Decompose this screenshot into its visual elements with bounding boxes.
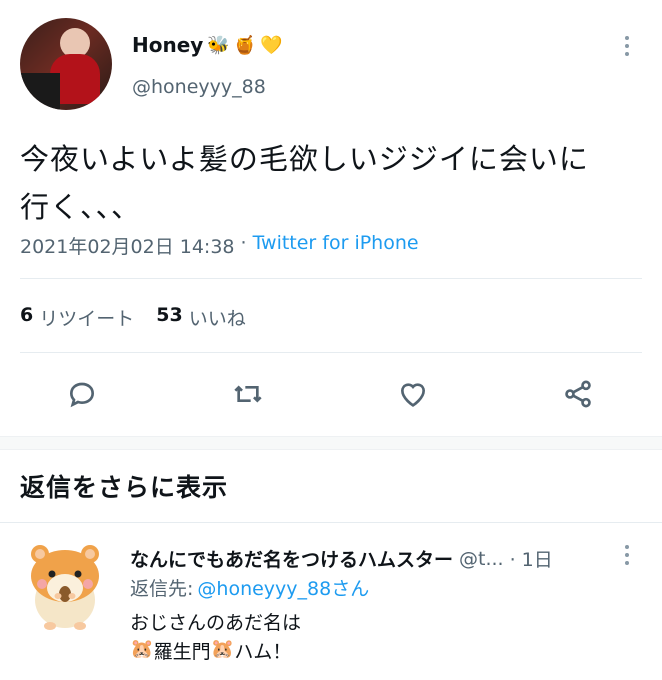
hamster-avatar[interactable] bbox=[22, 540, 108, 632]
reply-divider bbox=[0, 522, 662, 523]
yellow-heart-emoji: 💛 bbox=[260, 34, 283, 56]
bee-emoji: 🐝 bbox=[207, 34, 230, 56]
replying-to-label: 返信先: bbox=[130, 578, 194, 600]
share-icon bbox=[565, 380, 591, 408]
tweet-timestamp[interactable]: 2021年02月02日 14:38 bbox=[20, 232, 235, 259]
hamster-emoji-2: 🐹 bbox=[210, 638, 235, 660]
honey-pot-emoji: 🍯 bbox=[233, 34, 257, 56]
tweet-text-line-2: 行く、、、 bbox=[20, 190, 142, 224]
like-count-label: いいね bbox=[188, 308, 246, 330]
reply-button[interactable] bbox=[66, 378, 98, 410]
author-handle[interactable]: @honeyyy_88 bbox=[132, 76, 266, 98]
author-display-name[interactable]: Honey bbox=[132, 33, 203, 57]
section-separator bbox=[0, 436, 662, 450]
more-replies-heading[interactable]: 返信をさらに表示 bbox=[20, 468, 228, 504]
share-button[interactable] bbox=[561, 378, 595, 410]
retweet-button[interactable] bbox=[231, 378, 265, 410]
reply-text-line-1: おじさんのあだ名は bbox=[130, 612, 302, 634]
like-count[interactable]: 53 いいね bbox=[156, 304, 245, 331]
hamster-icon bbox=[31, 545, 99, 630]
author-avatar[interactable] bbox=[20, 18, 112, 110]
reply-text-line-2-end: ハム！ bbox=[234, 641, 292, 663]
like-button[interactable] bbox=[396, 378, 430, 410]
retweet-count[interactable]: 6 リツイート bbox=[20, 304, 134, 331]
meta-separator: · bbox=[240, 232, 247, 254]
like-count-value: 53 bbox=[156, 304, 183, 326]
hamster-emoji-1: 🐹 bbox=[130, 638, 154, 660]
more-options-icon[interactable] bbox=[624, 36, 630, 56]
replying-to-handle[interactable]: @honeyyy_88さん bbox=[197, 574, 369, 601]
reply-display-name[interactable]: なんにでもあだ名をつけるハムスター bbox=[130, 545, 453, 572]
retweet-count-label: リツイート bbox=[39, 308, 135, 330]
reply-handle[interactable]: @t... bbox=[459, 548, 504, 570]
reply-icon bbox=[69, 382, 95, 408]
retweet-count-value: 6 bbox=[20, 304, 34, 326]
reply-more-options-icon[interactable] bbox=[624, 545, 630, 565]
tweet-source-link[interactable]: Twitter for iPhone bbox=[253, 232, 419, 259]
heart-icon bbox=[400, 383, 426, 407]
reply-text-nickname: 羅生門 bbox=[153, 641, 211, 663]
retweet-icon bbox=[234, 385, 262, 403]
tweet-text-line-1: 今夜いよいよ髪の毛欲しいジジイに会いに bbox=[20, 142, 589, 176]
divider-top bbox=[20, 278, 642, 279]
reply-time[interactable]: · 1日 bbox=[510, 545, 553, 572]
divider-middle bbox=[20, 352, 642, 353]
